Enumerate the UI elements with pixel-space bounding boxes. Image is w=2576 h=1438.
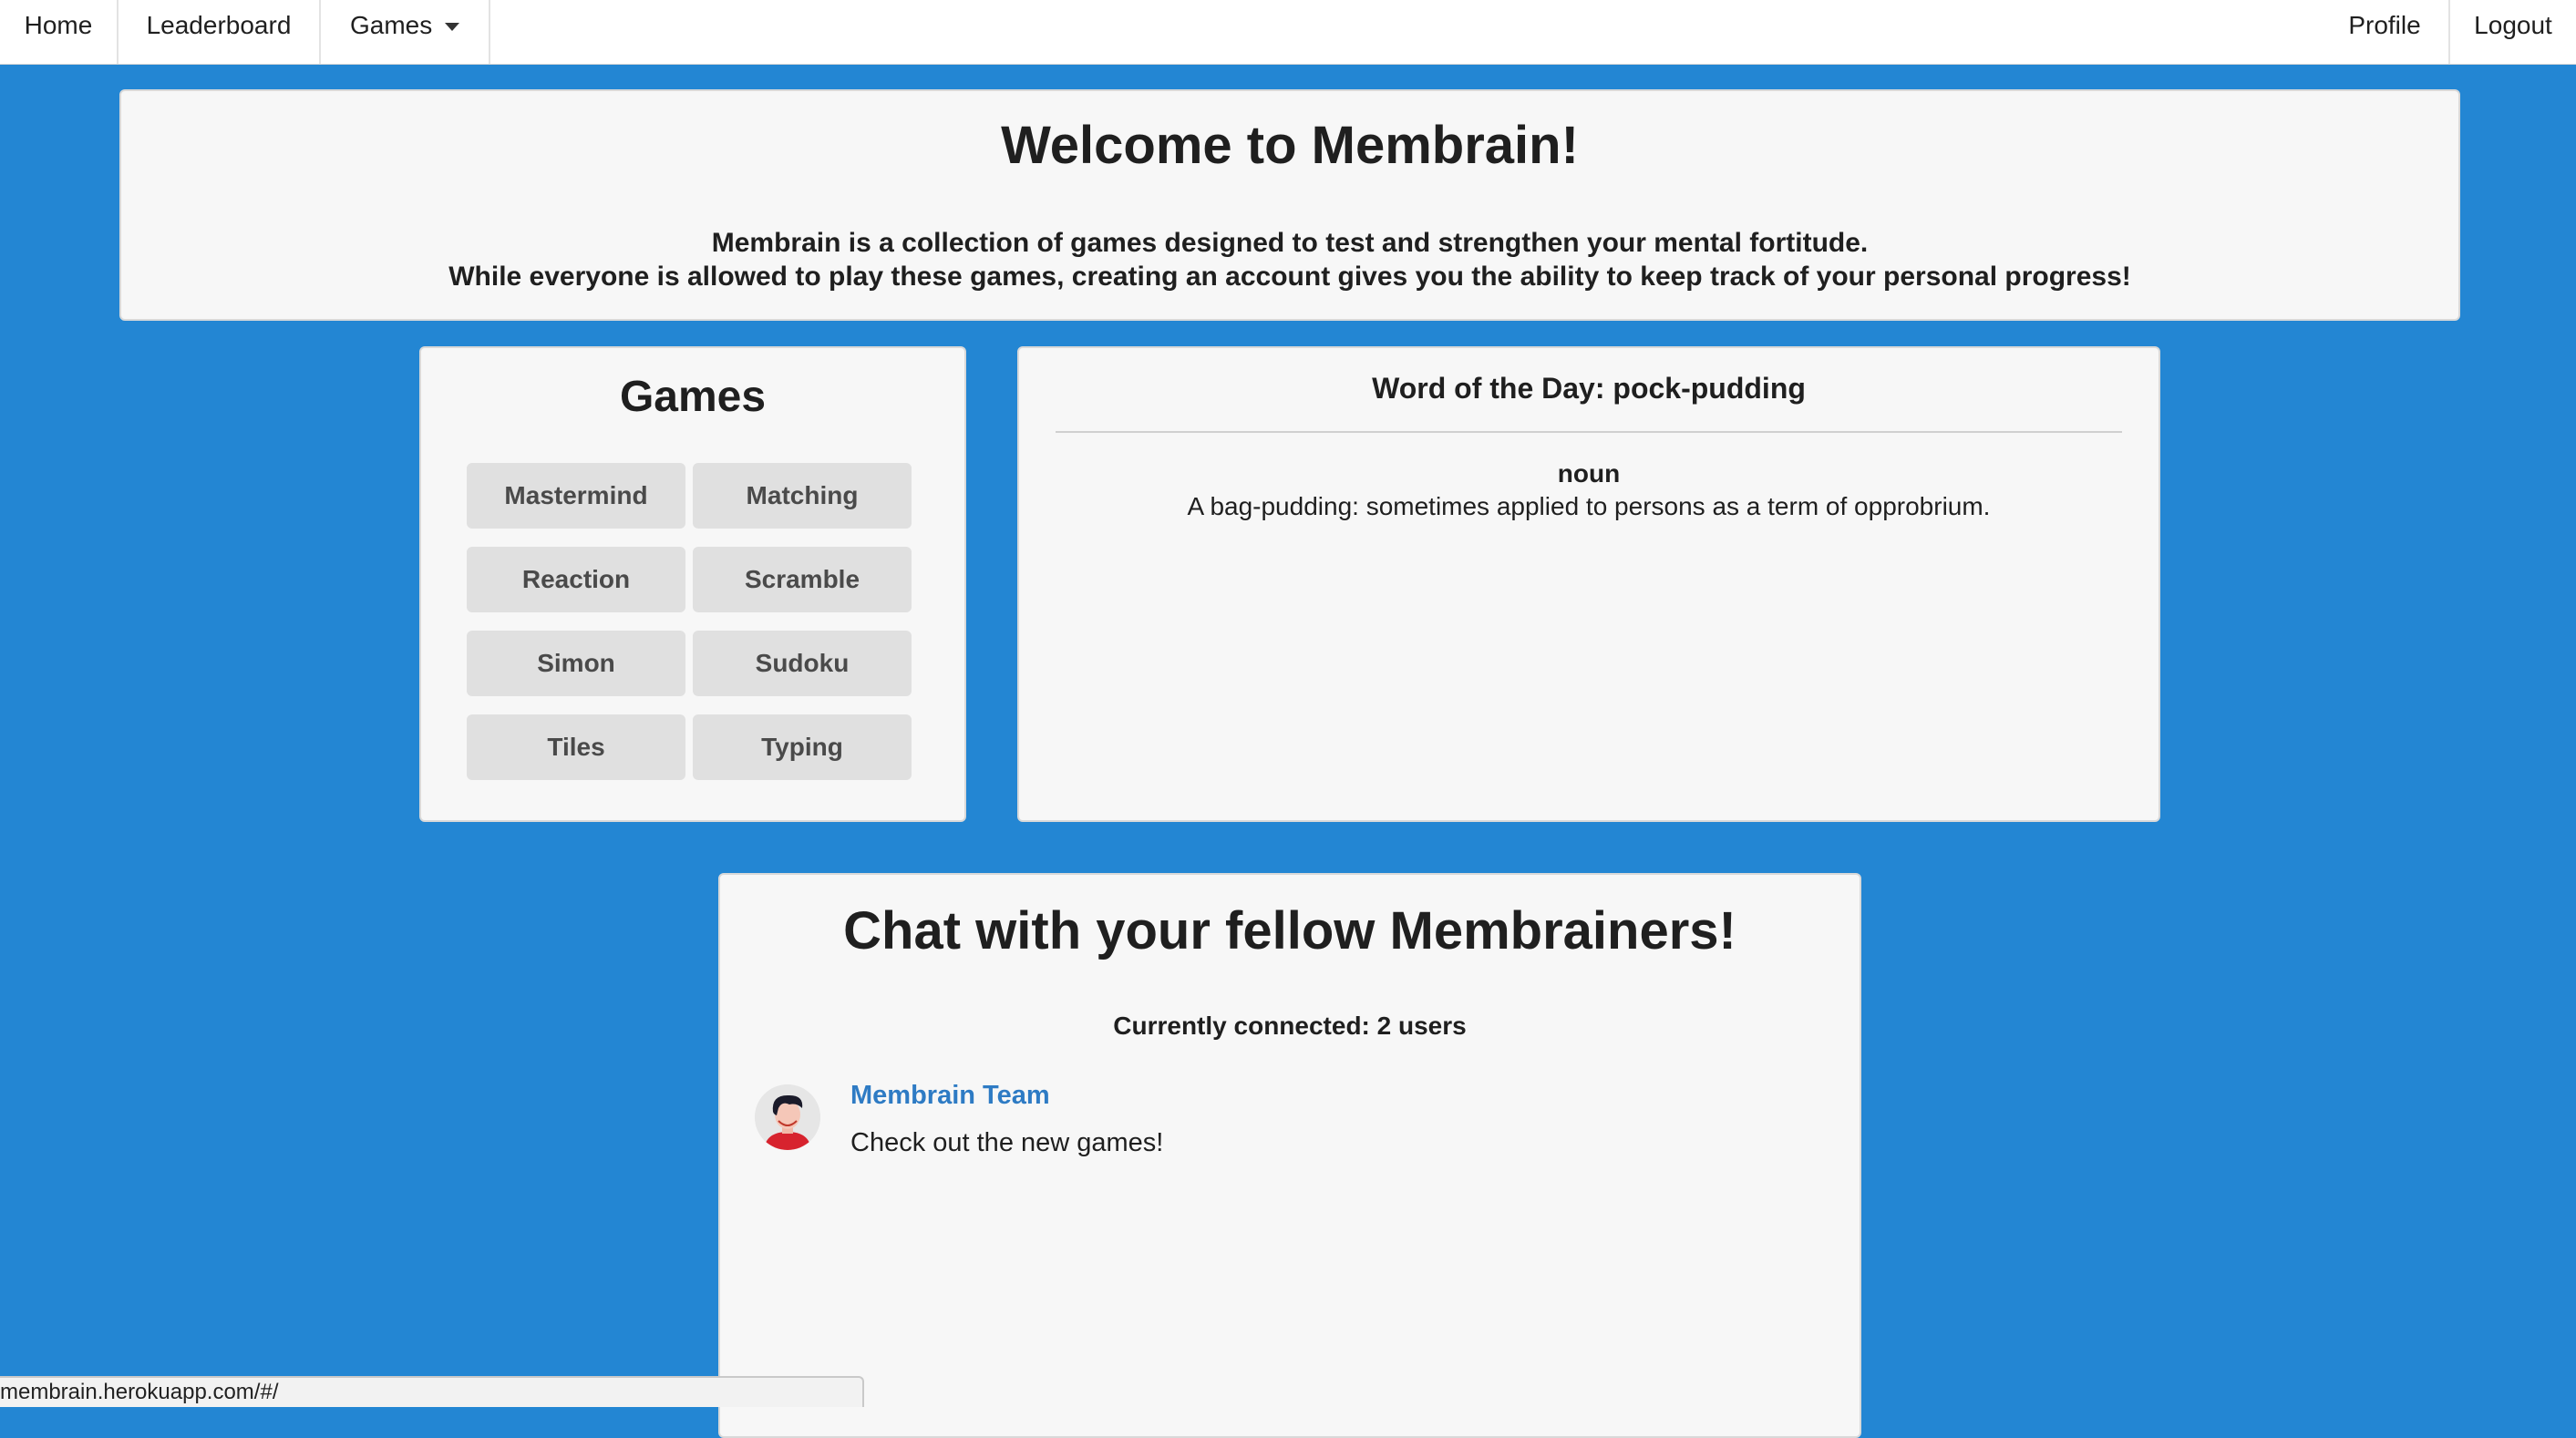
game-button-sudoku[interactable]: Sudoku: [693, 631, 912, 696]
browser-status-bar: membrain.herokuapp.com/#/: [0, 1376, 864, 1407]
games-panel: Games Mastermind Matching Reaction Scram…: [419, 346, 966, 822]
welcome-description-line-2: While everyone is allowed to play these …: [448, 262, 2131, 292]
nav-logout-link[interactable]: Logout: [2450, 0, 2576, 64]
word-of-the-day-panel: Word of the Day: pock-pudding noun A bag…: [1017, 346, 2160, 822]
nav-games-label: Games: [350, 11, 433, 39]
nav-profile-link[interactable]: Profile: [2321, 0, 2450, 64]
game-button-matching[interactable]: Matching: [693, 463, 912, 529]
games-panel-title: Games: [619, 373, 767, 421]
nav-games-dropdown[interactable]: Games: [321, 0, 490, 64]
chevron-down-icon: [445, 23, 459, 31]
nav-home-link[interactable]: Home: [0, 0, 118, 64]
game-button-mastermind[interactable]: Mastermind: [467, 463, 685, 529]
chat-title: Chat with your fellow Membrainers!: [843, 901, 1736, 960]
game-button-typing[interactable]: Typing: [693, 714, 912, 780]
user-avatar-icon: [755, 1084, 820, 1150]
message-text: Check out the new games!: [850, 1128, 1164, 1157]
nav-leaderboard-link[interactable]: Leaderboard: [118, 0, 321, 64]
game-button-tiles[interactable]: Tiles: [467, 714, 685, 780]
welcome-description-line-1: Membrain is a collection of games design…: [711, 228, 1869, 258]
word-part-of-speech: noun: [1557, 459, 1621, 488]
top-navbar: Home Leaderboard Games Profile Logout: [0, 0, 2576, 65]
game-button-scramble[interactable]: Scramble: [693, 547, 912, 612]
game-button-reaction[interactable]: Reaction: [467, 547, 685, 612]
welcome-panel: Welcome to Membrain! Membrain is a colle…: [119, 89, 2460, 321]
word-definition: A bag-pudding: sometimes applied to pers…: [1187, 492, 1991, 520]
message-author-link[interactable]: Membrain Team: [850, 1081, 1050, 1111]
connected-users-count: Currently connected: 2 users: [1113, 1012, 1467, 1040]
divider: [1056, 431, 2122, 433]
page-title: Welcome to Membrain!: [1001, 116, 1579, 175]
word-of-the-day-title: Word of the Day: pock-pudding: [1372, 372, 1806, 405]
game-button-simon[interactable]: Simon: [467, 631, 685, 696]
chat-panel: Chat with your fellow Membrainers! Curre…: [718, 873, 1861, 1438]
